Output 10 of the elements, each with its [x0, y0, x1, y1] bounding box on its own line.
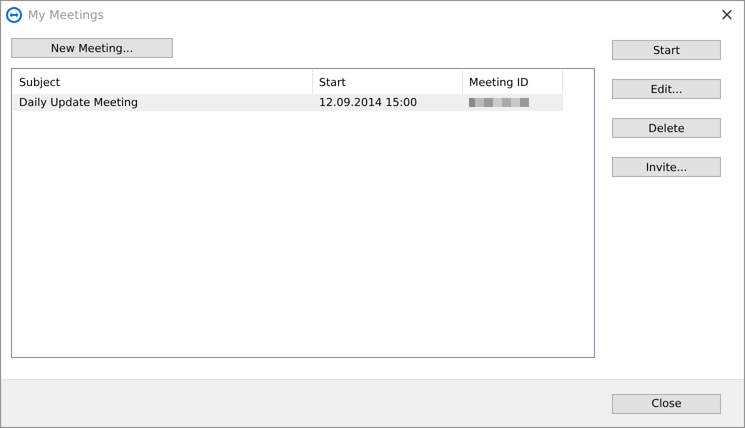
action-button[interactable]: Start — [612, 40, 721, 60]
action-button[interactable]: Invite... — [612, 157, 721, 177]
app-logo-icon — [6, 6, 22, 22]
action-button[interactable]: Delete — [612, 118, 721, 138]
action-button[interactable]: Edit... — [612, 79, 721, 99]
close-button[interactable]: × — [712, 1, 742, 28]
new-meeting-button[interactable]: New Meeting... — [11, 38, 173, 58]
redacted-id — [469, 98, 529, 107]
window-title: My Meetings — [28, 8, 105, 22]
close-dialog-button[interactable]: Close — [612, 394, 721, 414]
